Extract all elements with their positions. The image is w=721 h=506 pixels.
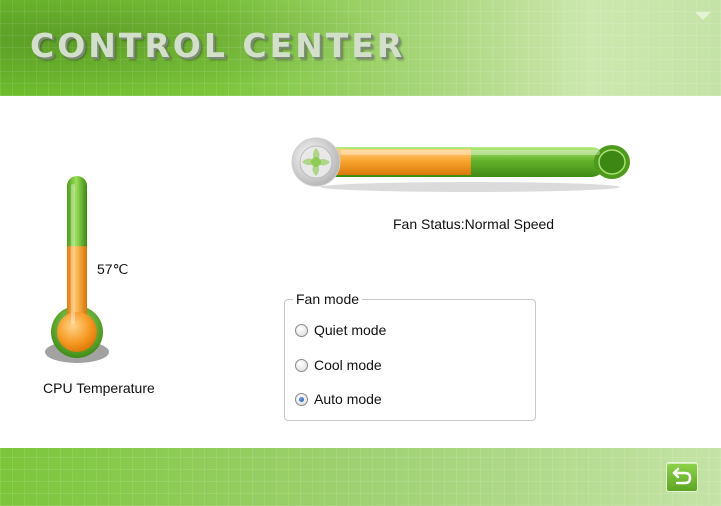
header-bar: CONTROL CENTER [0,0,721,97]
fan-status-text: Fan Status:Normal Speed [393,216,555,232]
cpu-temperature-value: 57℃ [97,261,129,277]
back-button[interactable] [666,462,698,492]
app-title: CONTROL CENTER [30,26,406,65]
radio-label-quiet: Quiet mode [314,322,387,338]
radio-cool-mode[interactable]: Cool mode [295,355,382,375]
dropdown-triangle-icon[interactable] [695,12,711,20]
radio-button-checked[interactable] [295,392,308,406]
thermometer-bulb [57,312,97,352]
radio-label-cool: Cool mode [314,357,382,373]
return-arrow-icon [672,467,692,485]
radio-button[interactable] [295,323,308,337]
radio-quiet-mode[interactable]: Quiet mode [295,320,386,340]
fan-speed-bar [290,135,636,195]
fan-mode-legend: Fan mode [293,291,363,307]
radio-auto-mode[interactable]: Auto mode [295,389,382,409]
footer-bar [0,447,721,506]
fan-mode-group: Fan mode Quiet mode Cool mode Auto mode [284,291,536,421]
cpu-temperature-label: CPU Temperature [43,380,155,396]
radio-label-auto: Auto mode [314,391,382,407]
radio-button[interactable] [295,358,308,372]
